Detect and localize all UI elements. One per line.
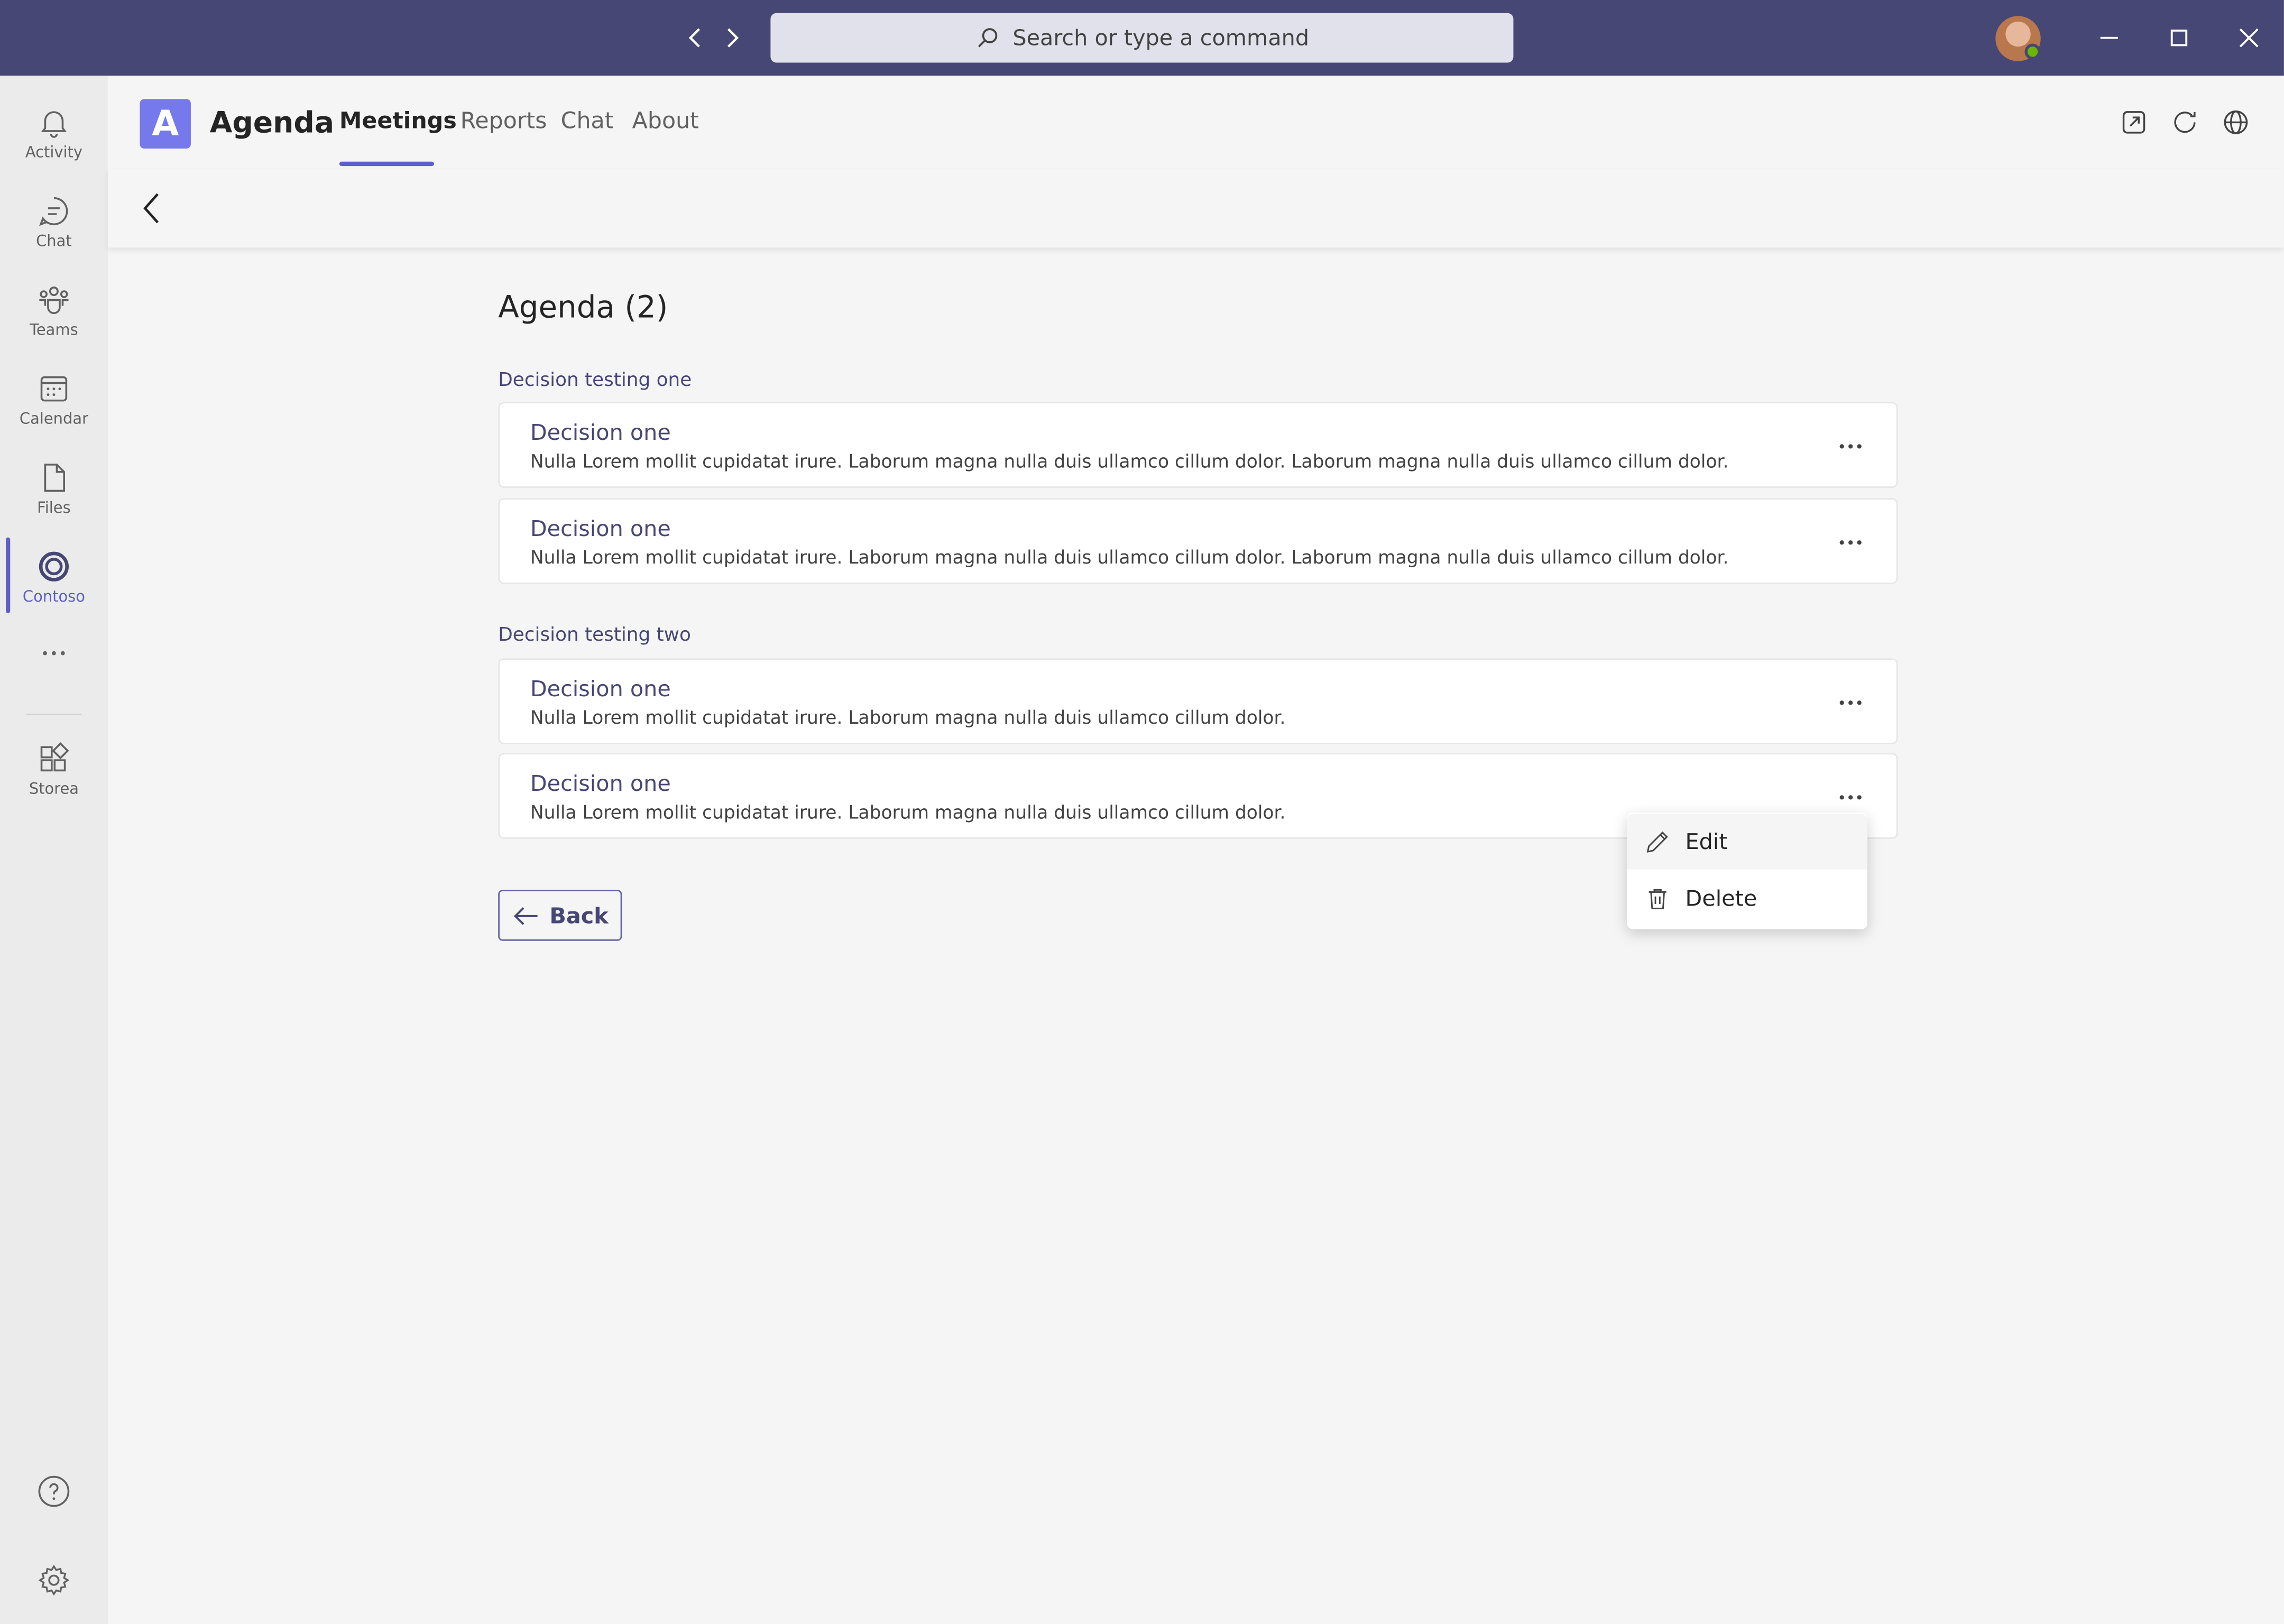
agenda-item-description: Nulla Lorem mollit cupidatat irure. Labo…: [530, 801, 1286, 823]
agenda-item-card: Decision one Nulla Lorem mollit cupidata…: [498, 402, 1898, 488]
menu-item-delete[interactable]: Delete: [1627, 871, 1867, 926]
pencil-icon: [1646, 831, 1668, 853]
teams-icon: [39, 287, 69, 315]
menu-item-label: Edit: [1685, 828, 1728, 855]
arrow-left-icon: [514, 906, 538, 925]
more-options-icon[interactable]: [1832, 529, 1867, 555]
calendar-icon: [40, 376, 68, 402]
maximize-icon[interactable]: [2161, 21, 2196, 56]
back-arrow-icon[interactable]: [677, 21, 712, 56]
search-icon: [978, 28, 998, 48]
rail-item-label: Storea: [29, 780, 79, 798]
left-rail: Activity Chat Teams Calendar Files Conto…: [0, 76, 108, 1624]
contoso-icon: [39, 551, 69, 582]
back-button-label: Back: [549, 902, 609, 929]
file-icon: [44, 464, 66, 492]
agenda-item-title[interactable]: Decision one: [530, 419, 671, 446]
rail-item-label: Contoso: [22, 588, 85, 606]
sub-header: [107, 169, 2284, 248]
context-menu: Edit Delete: [1627, 813, 1867, 929]
menu-item-edit[interactable]: Edit: [1627, 814, 1867, 870]
agenda-item-description: Nulla Lorem mollit cupidatat irure. Labo…: [530, 546, 1729, 568]
presence-available-icon: [2024, 43, 2041, 60]
agenda-item-title[interactable]: Decision one: [530, 515, 671, 542]
tab-chat[interactable]: Chat: [561, 108, 614, 134]
app-logo: A: [140, 99, 191, 149]
tab-about[interactable]: About: [632, 108, 699, 134]
active-tab-indicator: [339, 161, 434, 167]
rail-divider: [26, 713, 82, 715]
more-icon: [43, 651, 65, 656]
rail-item-label: Teams: [30, 321, 78, 339]
agenda-item-card: Decision one Nulla Lorem mollit cupidata…: [498, 658, 1898, 744]
agenda-item-description: Nulla Lorem mollit cupidatat irure. Labo…: [530, 706, 1286, 728]
search-placeholder: Search or type a command: [1012, 24, 1310, 51]
close-icon[interactable]: [2232, 21, 2267, 56]
trash-icon: [1648, 889, 1666, 909]
section-label: Decision testing one: [498, 370, 692, 392]
title-bar: Search or type a command: [0, 0, 2284, 76]
rail-item-label: Files: [37, 499, 71, 518]
rail-item-calendar[interactable]: Calendar: [0, 372, 108, 456]
rail-item-label: Activity: [25, 144, 83, 162]
agenda-item-card: Decision one Nulla Lorem mollit cupidata…: [498, 498, 1898, 584]
app-name: Agenda: [209, 105, 335, 140]
refresh-icon[interactable]: [2170, 108, 2199, 137]
more-options-icon[interactable]: [1832, 432, 1867, 459]
back-button[interactable]: Back: [498, 890, 622, 941]
agenda-item-title[interactable]: Decision one: [530, 770, 671, 797]
help-icon[interactable]: [36, 1474, 71, 1509]
agenda-item-title[interactable]: Decision one: [530, 676, 671, 702]
rail-item-label: Chat: [36, 233, 72, 251]
search-box[interactable]: Search or type a command: [770, 13, 1514, 63]
chat-icon: [39, 197, 68, 226]
tab-meetings[interactable]: Meetings: [339, 108, 457, 134]
settings-gear-icon[interactable]: [36, 1563, 71, 1598]
agenda-item-description: Nulla Lorem mollit cupidatat irure. Labo…: [530, 450, 1729, 472]
pop-out-icon[interactable]: [2120, 108, 2149, 137]
bell-icon: [41, 111, 67, 138]
minimize-icon[interactable]: [2092, 21, 2126, 56]
globe-icon[interactable]: [2221, 108, 2250, 137]
more-options-icon[interactable]: [1832, 783, 1867, 810]
rail-item-activity[interactable]: Activity: [0, 105, 108, 189]
rail-item-files[interactable]: Files: [0, 460, 108, 545]
menu-item-label: Delete: [1685, 885, 1757, 912]
section-label: Decision testing two: [498, 624, 691, 647]
rail-item-contoso[interactable]: Contoso: [0, 549, 108, 634]
forward-arrow-icon[interactable]: [715, 21, 750, 56]
rail-item-teams[interactable]: Teams: [0, 282, 108, 367]
tab-reports[interactable]: Reports: [461, 108, 547, 134]
rail-item-label: Calendar: [19, 410, 88, 428]
page-title: Agenda (2): [498, 290, 668, 325]
rail-item-chat[interactable]: Chat: [0, 193, 108, 278]
chevron-left-icon[interactable]: [134, 189, 172, 227]
rail-more-apps[interactable]: [0, 638, 108, 673]
store-icon: [40, 742, 69, 772]
rail-item-store[interactable]: Storea: [0, 741, 108, 826]
more-options-icon[interactable]: [1832, 689, 1867, 715]
